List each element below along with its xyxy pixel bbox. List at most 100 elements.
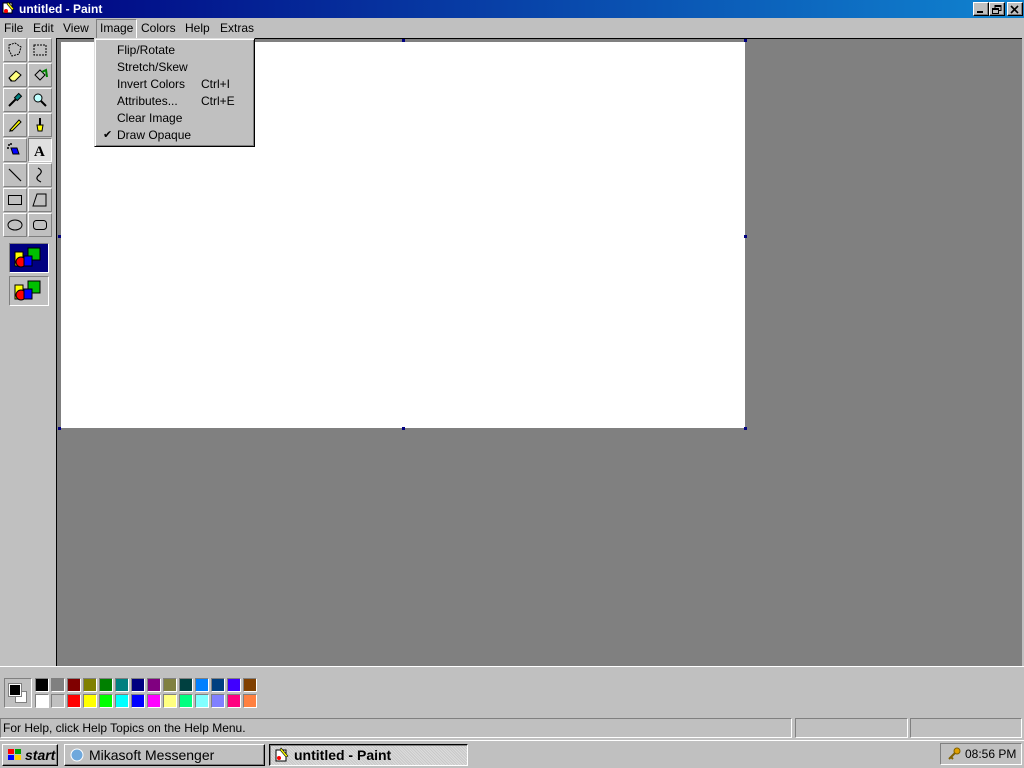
palette-swatch[interactable] [83, 694, 97, 708]
minimize-button[interactable] [973, 2, 989, 16]
svg-text:A: A [34, 144, 45, 158]
opaque-shapes-icon [14, 247, 41, 268]
paint-app-icon[interactable] [2, 1, 16, 15]
palette-swatch[interactable] [99, 678, 113, 692]
palette-swatch[interactable] [211, 694, 225, 708]
check-mark-icon: ✔ [103, 129, 113, 141]
palette-swatch[interactable] [243, 678, 257, 692]
polygon-tool[interactable] [28, 188, 52, 212]
magnifier-tool[interactable] [28, 88, 52, 112]
start-button[interactable]: start [2, 744, 58, 766]
curve-icon [36, 167, 42, 183]
rectangle-tool[interactable] [3, 188, 27, 212]
menu-item-label: Stretch/Skew [117, 60, 188, 74]
key-icon[interactable] [947, 747, 961, 761]
palette-swatch[interactable] [131, 678, 145, 692]
current-colors[interactable] [4, 678, 32, 708]
menu-item-stretch-skew[interactable]: Stretch/Skew [97, 59, 252, 76]
menu-bar: File Edit View Image Colors Help Extras [0, 18, 1024, 39]
palette-swatch[interactable] [179, 694, 193, 708]
resize-handle-right[interactable] [744, 235, 747, 238]
palette-swatch[interactable] [51, 694, 65, 708]
status-bar: For Help, click Help Topics on the Help … [0, 716, 1024, 740]
menu-item-attributes[interactable]: Attributes... Ctrl+E [97, 93, 252, 110]
palette-swatch[interactable] [163, 678, 177, 692]
draw-transparent-option[interactable] [9, 276, 49, 306]
color-picker-tool[interactable] [3, 88, 27, 112]
paint-bucket-icon [34, 68, 48, 81]
palette-swatch[interactable] [179, 678, 193, 692]
palette-swatch[interactable] [195, 694, 209, 708]
fill-tool[interactable] [28, 63, 52, 87]
ellipse-tool[interactable] [3, 213, 27, 237]
menu-view[interactable]: View [63, 20, 89, 36]
menu-item-shortcut: Ctrl+I [201, 77, 231, 91]
resize-handle-bottom-right[interactable] [744, 427, 747, 430]
start-label: start [25, 747, 56, 763]
menu-item-flip-rotate[interactable]: Flip/Rotate [97, 42, 252, 59]
system-tray: 08:56 PM [940, 743, 1022, 765]
palette-swatch[interactable] [147, 678, 161, 692]
resize-handle-bottom[interactable] [402, 427, 405, 430]
palette-swatch[interactable] [243, 694, 257, 708]
menu-item-draw-opaque[interactable]: ✔ Draw Opaque [97, 127, 252, 144]
foreground-color-swatch[interactable] [8, 683, 22, 697]
menu-extras[interactable]: Extras [220, 20, 254, 36]
menu-file[interactable]: File [4, 20, 23, 36]
palette-swatch[interactable] [35, 694, 49, 708]
menu-image[interactable]: Image [96, 19, 138, 39]
draw-opaque-option[interactable] [9, 243, 49, 273]
menu-help[interactable]: Help [185, 20, 210, 36]
palette-swatch[interactable] [115, 694, 129, 708]
task-untitled-paint[interactable]: untitled - Paint [269, 744, 468, 766]
palette-swatch[interactable] [227, 678, 241, 692]
menu-item-shortcut: Ctrl+E [201, 94, 235, 108]
palette-swatch[interactable] [83, 678, 97, 692]
clock[interactable]: 08:56 PM [965, 744, 1016, 764]
rectangle-icon [8, 195, 22, 205]
palette-swatch[interactable] [115, 678, 129, 692]
title-bar[interactable]: untitled - Paint [0, 0, 1024, 18]
text-tool[interactable]: A [28, 138, 52, 162]
palette-swatch[interactable] [67, 678, 81, 692]
resize-handle-left[interactable] [58, 235, 61, 238]
taskbar: start Mikasoft Messenger untitled - Pain… [0, 740, 1024, 768]
curve-tool[interactable] [28, 163, 52, 187]
toolbox: A [0, 38, 56, 666]
resize-handle-bottom-left[interactable] [58, 427, 61, 430]
palette-swatch[interactable] [211, 678, 225, 692]
messenger-icon [70, 748, 84, 762]
restore-button[interactable] [989, 2, 1005, 16]
pencil-tool[interactable] [3, 113, 27, 137]
menu-item-label: Draw Opaque [117, 128, 192, 142]
close-button[interactable] [1007, 2, 1023, 16]
eraser-icon [8, 70, 22, 82]
polygon-icon [32, 193, 47, 207]
task-mikasoft-messenger[interactable]: Mikasoft Messenger [64, 744, 265, 766]
menu-edit[interactable]: Edit [33, 20, 54, 36]
menu-item-clear-image[interactable]: Clear Image [97, 110, 252, 127]
airbrush-tool[interactable] [3, 138, 27, 162]
palette-swatch[interactable] [147, 694, 161, 708]
palette-swatch[interactable] [195, 678, 209, 692]
palette-swatch[interactable] [51, 678, 65, 692]
palette-swatch[interactable] [35, 678, 49, 692]
eraser-tool[interactable] [3, 63, 27, 87]
palette-swatch[interactable] [163, 694, 177, 708]
free-select-tool[interactable] [3, 38, 27, 62]
menu-item-invert-colors[interactable]: Invert Colors Ctrl+I [97, 76, 252, 93]
eyedropper-icon [8, 92, 23, 107]
palette-swatch[interactable] [67, 694, 81, 708]
rect-select-tool[interactable] [28, 38, 52, 62]
resize-handle-top[interactable] [402, 39, 405, 42]
palette-swatch[interactable] [131, 694, 145, 708]
brush-tool[interactable] [28, 113, 52, 137]
rounded-rectangle-tool[interactable] [28, 213, 52, 237]
menu-colors[interactable]: Colors [141, 20, 176, 36]
menu-item-label: Invert Colors [117, 77, 186, 91]
palette-swatch[interactable] [227, 694, 241, 708]
minimize-icon [977, 11, 983, 13]
palette-swatch[interactable] [99, 694, 113, 708]
line-tool[interactable] [3, 163, 27, 187]
resize-handle-top-right[interactable] [744, 39, 747, 42]
